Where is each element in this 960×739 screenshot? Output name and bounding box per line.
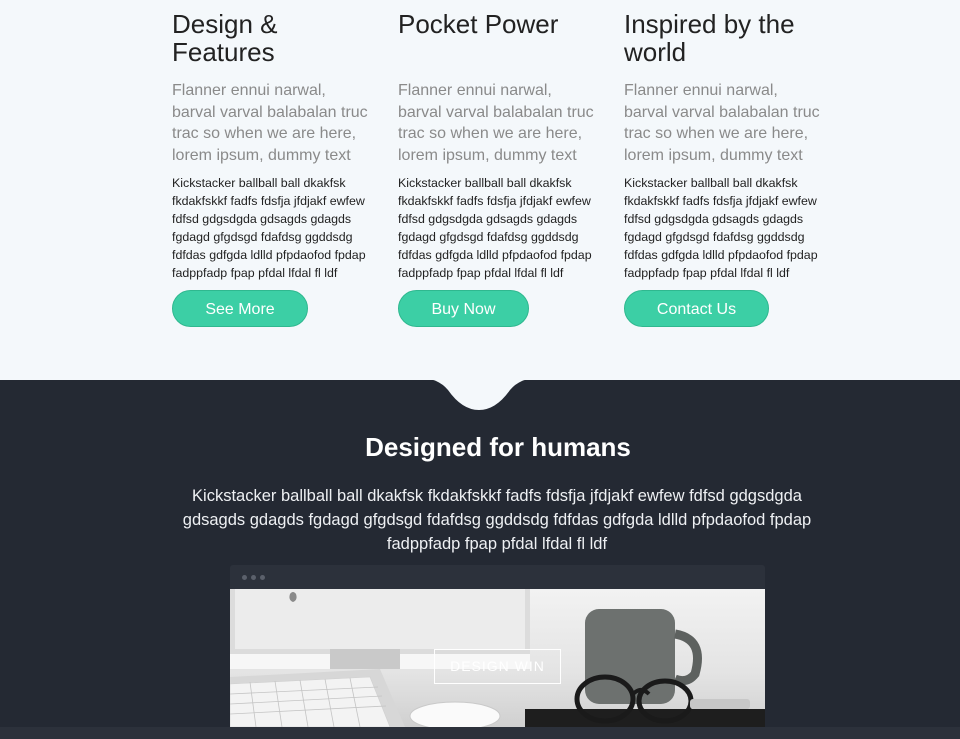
- feature-column-design: Design & Features Flanner ennui narwal, …: [172, 9, 372, 327]
- feature-body: Kickstacker ballball ball dkakfsk fkdakf…: [624, 176, 818, 280]
- feature-lead: Flanner ennui narwal, barval varval bala…: [398, 82, 594, 164]
- humans-section: Designed for humans Kickstacker ballball…: [0, 378, 960, 739]
- feature-column-inspired: Inspired by the world Flanner ennui narw…: [624, 9, 824, 327]
- features-section: Design & Features Flanner ennui narwal, …: [0, 0, 960, 380]
- browser-title-bar: [230, 565, 765, 589]
- contact-us-button[interactable]: Contact Us: [624, 290, 769, 327]
- desk-photo: DESIGN WIN: [230, 589, 765, 727]
- browser-mockup: DESIGN WIN: [230, 565, 765, 727]
- feature-lead: Flanner ennui narwal, barval varval bala…: [172, 82, 368, 164]
- see-more-button[interactable]: See More: [172, 290, 308, 327]
- window-dot-icon: [242, 575, 247, 580]
- humans-text: Kickstacker ballball ball dkakfsk fkdakf…: [182, 487, 812, 553]
- bottom-strip: [0, 727, 960, 739]
- feature-title: Design & Features: [172, 9, 278, 67]
- feature-body: Kickstacker ballball ball dkakfsk fkdakf…: [172, 176, 366, 280]
- feature-title: Inspired by the world: [624, 9, 795, 67]
- section-notch: [420, 378, 538, 410]
- buy-now-button[interactable]: Buy Now: [398, 290, 529, 327]
- feature-body: Kickstacker ballball ball dkakfsk fkdakf…: [398, 176, 592, 280]
- window-dot-icon: [260, 575, 265, 580]
- window-dot-icon: [251, 575, 256, 580]
- feature-column-pocket: Pocket Power Flanner ennui narwal, barva…: [398, 9, 598, 327]
- feature-lead: Flanner ennui narwal, barval varval bala…: [624, 82, 820, 164]
- design-win-label: DESIGN WIN: [434, 649, 561, 684]
- feature-title: Pocket Power: [398, 9, 559, 39]
- humans-title: Designed for humans: [365, 432, 631, 462]
